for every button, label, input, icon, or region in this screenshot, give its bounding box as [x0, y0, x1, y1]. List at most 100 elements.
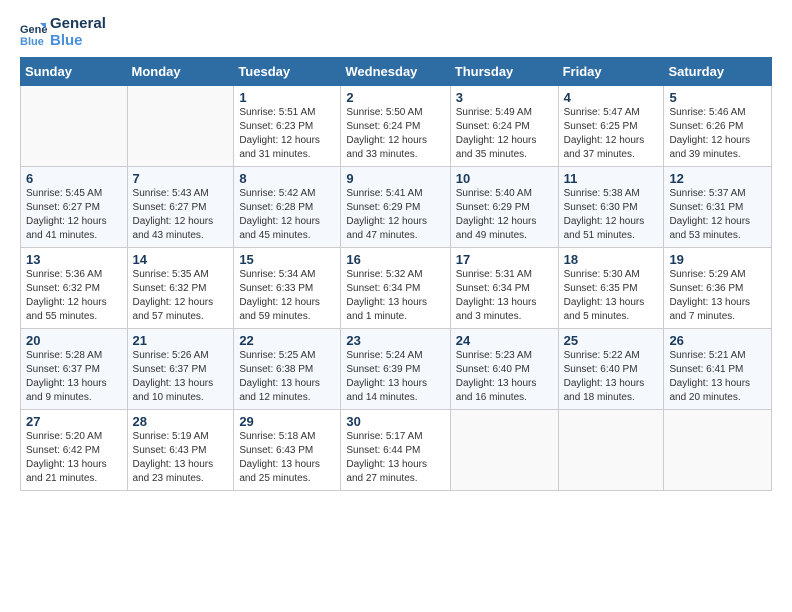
day-info: Sunrise: 5:40 AM Sunset: 6:29 PM Dayligh… — [456, 187, 553, 243]
day-info: Sunrise: 5:20 AM Sunset: 6:42 PM Dayligh… — [26, 430, 122, 486]
day-info: Sunrise: 5:47 AM Sunset: 6:25 PM Dayligh… — [564, 106, 659, 162]
calendar-cell: 11Sunrise: 5:38 AM Sunset: 6:30 PM Dayli… — [558, 167, 664, 248]
day-info: Sunrise: 5:31 AM Sunset: 6:34 PM Dayligh… — [456, 268, 553, 324]
day-number: 6 — [26, 171, 122, 186]
svg-text:Blue: Blue — [20, 36, 44, 47]
calendar-cell: 29Sunrise: 5:18 AM Sunset: 6:43 PM Dayli… — [234, 410, 341, 491]
day-number: 11 — [564, 171, 659, 186]
calendar-cell: 28Sunrise: 5:19 AM Sunset: 6:43 PM Dayli… — [127, 410, 234, 491]
calendar-cell: 7Sunrise: 5:43 AM Sunset: 6:27 PM Daylig… — [127, 167, 234, 248]
calendar-cell: 15Sunrise: 5:34 AM Sunset: 6:33 PM Dayli… — [234, 248, 341, 329]
calendar-cell: 24Sunrise: 5:23 AM Sunset: 6:40 PM Dayli… — [450, 329, 558, 410]
calendar-week-2: 13Sunrise: 5:36 AM Sunset: 6:32 PM Dayli… — [21, 248, 772, 329]
day-number: 14 — [133, 252, 229, 267]
day-number: 8 — [239, 171, 335, 186]
day-info: Sunrise: 5:34 AM Sunset: 6:33 PM Dayligh… — [239, 268, 335, 324]
calendar-cell — [450, 410, 558, 491]
calendar-cell: 19Sunrise: 5:29 AM Sunset: 6:36 PM Dayli… — [664, 248, 772, 329]
col-wednesday: Wednesday — [341, 58, 450, 86]
day-number: 21 — [133, 333, 229, 348]
day-number: 26 — [669, 333, 766, 348]
calendar-cell: 16Sunrise: 5:32 AM Sunset: 6:34 PM Dayli… — [341, 248, 450, 329]
day-number: 13 — [26, 252, 122, 267]
day-info: Sunrise: 5:46 AM Sunset: 6:26 PM Dayligh… — [669, 106, 766, 162]
calendar-week-0: 1Sunrise: 5:51 AM Sunset: 6:23 PM Daylig… — [21, 86, 772, 167]
day-info: Sunrise: 5:50 AM Sunset: 6:24 PM Dayligh… — [346, 106, 444, 162]
day-number: 5 — [669, 90, 766, 105]
day-info: Sunrise: 5:19 AM Sunset: 6:43 PM Dayligh… — [133, 430, 229, 486]
col-friday: Friday — [558, 58, 664, 86]
day-info: Sunrise: 5:30 AM Sunset: 6:35 PM Dayligh… — [564, 268, 659, 324]
day-info: Sunrise: 5:42 AM Sunset: 6:28 PM Dayligh… — [239, 187, 335, 243]
calendar-cell — [127, 86, 234, 167]
day-info: Sunrise: 5:32 AM Sunset: 6:34 PM Dayligh… — [346, 268, 444, 324]
logo: General Blue General Blue — [20, 16, 106, 49]
calendar-week-4: 27Sunrise: 5:20 AM Sunset: 6:42 PM Dayli… — [21, 410, 772, 491]
calendar-cell: 25Sunrise: 5:22 AM Sunset: 6:40 PM Dayli… — [558, 329, 664, 410]
calendar-cell: 23Sunrise: 5:24 AM Sunset: 6:39 PM Dayli… — [341, 329, 450, 410]
day-info: Sunrise: 5:28 AM Sunset: 6:37 PM Dayligh… — [26, 349, 122, 405]
day-number: 27 — [26, 414, 122, 429]
day-number: 30 — [346, 414, 444, 429]
page: General Blue General Blue Sunday Monday … — [0, 0, 792, 612]
day-number: 3 — [456, 90, 553, 105]
day-info: Sunrise: 5:17 AM Sunset: 6:44 PM Dayligh… — [346, 430, 444, 486]
logo-text-line1: General — [50, 16, 106, 33]
day-info: Sunrise: 5:45 AM Sunset: 6:27 PM Dayligh… — [26, 187, 122, 243]
calendar-cell: 26Sunrise: 5:21 AM Sunset: 6:41 PM Dayli… — [664, 329, 772, 410]
day-info: Sunrise: 5:35 AM Sunset: 6:32 PM Dayligh… — [133, 268, 229, 324]
day-number: 7 — [133, 171, 229, 186]
calendar-cell: 22Sunrise: 5:25 AM Sunset: 6:38 PM Dayli… — [234, 329, 341, 410]
day-info: Sunrise: 5:51 AM Sunset: 6:23 PM Dayligh… — [239, 106, 335, 162]
calendar-cell: 12Sunrise: 5:37 AM Sunset: 6:31 PM Dayli… — [664, 167, 772, 248]
day-info: Sunrise: 5:23 AM Sunset: 6:40 PM Dayligh… — [456, 349, 553, 405]
col-sunday: Sunday — [21, 58, 128, 86]
calendar-cell: 9Sunrise: 5:41 AM Sunset: 6:29 PM Daylig… — [341, 167, 450, 248]
col-monday: Monday — [127, 58, 234, 86]
logo-text-line2: Blue — [50, 33, 106, 50]
col-saturday: Saturday — [664, 58, 772, 86]
calendar-cell: 18Sunrise: 5:30 AM Sunset: 6:35 PM Dayli… — [558, 248, 664, 329]
day-number: 12 — [669, 171, 766, 186]
calendar: Sunday Monday Tuesday Wednesday Thursday… — [20, 57, 772, 491]
calendar-cell: 1Sunrise: 5:51 AM Sunset: 6:23 PM Daylig… — [234, 86, 341, 167]
header: General Blue General Blue — [20, 16, 772, 49]
logo-icon: General Blue — [20, 19, 48, 47]
calendar-cell: 27Sunrise: 5:20 AM Sunset: 6:42 PM Dayli… — [21, 410, 128, 491]
day-number: 15 — [239, 252, 335, 267]
day-info: Sunrise: 5:29 AM Sunset: 6:36 PM Dayligh… — [669, 268, 766, 324]
day-number: 9 — [346, 171, 444, 186]
day-info: Sunrise: 5:41 AM Sunset: 6:29 PM Dayligh… — [346, 187, 444, 243]
calendar-cell: 17Sunrise: 5:31 AM Sunset: 6:34 PM Dayli… — [450, 248, 558, 329]
day-info: Sunrise: 5:24 AM Sunset: 6:39 PM Dayligh… — [346, 349, 444, 405]
day-info: Sunrise: 5:25 AM Sunset: 6:38 PM Dayligh… — [239, 349, 335, 405]
calendar-cell: 6Sunrise: 5:45 AM Sunset: 6:27 PM Daylig… — [21, 167, 128, 248]
calendar-cell: 30Sunrise: 5:17 AM Sunset: 6:44 PM Dayli… — [341, 410, 450, 491]
day-number: 4 — [564, 90, 659, 105]
calendar-cell — [664, 410, 772, 491]
calendar-cell: 8Sunrise: 5:42 AM Sunset: 6:28 PM Daylig… — [234, 167, 341, 248]
day-info: Sunrise: 5:38 AM Sunset: 6:30 PM Dayligh… — [564, 187, 659, 243]
day-number: 18 — [564, 252, 659, 267]
calendar-cell: 3Sunrise: 5:49 AM Sunset: 6:24 PM Daylig… — [450, 86, 558, 167]
day-number: 10 — [456, 171, 553, 186]
calendar-cell: 21Sunrise: 5:26 AM Sunset: 6:37 PM Dayli… — [127, 329, 234, 410]
calendar-cell: 2Sunrise: 5:50 AM Sunset: 6:24 PM Daylig… — [341, 86, 450, 167]
day-number: 28 — [133, 414, 229, 429]
day-info: Sunrise: 5:21 AM Sunset: 6:41 PM Dayligh… — [669, 349, 766, 405]
day-info: Sunrise: 5:22 AM Sunset: 6:40 PM Dayligh… — [564, 349, 659, 405]
calendar-cell — [558, 410, 664, 491]
day-number: 16 — [346, 252, 444, 267]
calendar-cell: 5Sunrise: 5:46 AM Sunset: 6:26 PM Daylig… — [664, 86, 772, 167]
day-number: 19 — [669, 252, 766, 267]
day-info: Sunrise: 5:18 AM Sunset: 6:43 PM Dayligh… — [239, 430, 335, 486]
calendar-cell: 13Sunrise: 5:36 AM Sunset: 6:32 PM Dayli… — [21, 248, 128, 329]
col-tuesday: Tuesday — [234, 58, 341, 86]
day-number: 20 — [26, 333, 122, 348]
day-number: 22 — [239, 333, 335, 348]
day-number: 29 — [239, 414, 335, 429]
day-number: 25 — [564, 333, 659, 348]
day-info: Sunrise: 5:37 AM Sunset: 6:31 PM Dayligh… — [669, 187, 766, 243]
day-number: 1 — [239, 90, 335, 105]
calendar-cell — [21, 86, 128, 167]
